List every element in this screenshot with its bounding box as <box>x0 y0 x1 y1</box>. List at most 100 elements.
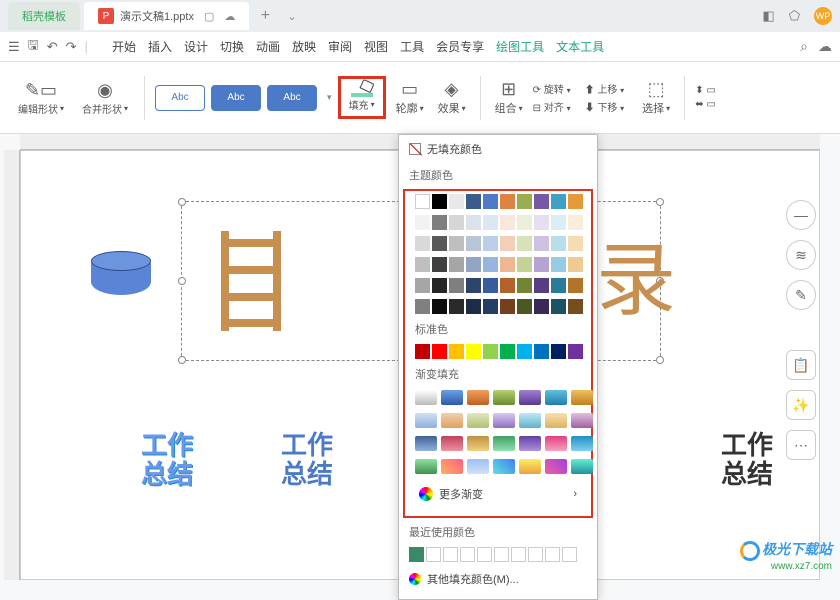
color-swatch[interactable] <box>551 278 566 293</box>
gradient-swatch[interactable] <box>441 436 463 451</box>
color-swatch[interactable] <box>432 299 447 314</box>
color-swatch[interactable] <box>432 278 447 293</box>
gradient-swatch[interactable] <box>441 390 463 405</box>
monitor-icon[interactable]: ▢ <box>204 10 214 23</box>
new-tab-button[interactable]: + <box>253 7 277 25</box>
gradient-swatch[interactable] <box>571 413 593 428</box>
color-swatch[interactable] <box>500 299 515 314</box>
menu-tools[interactable]: 工具 <box>394 38 430 55</box>
color-swatch[interactable] <box>534 278 549 293</box>
gradient-swatch[interactable] <box>415 390 437 405</box>
gradient-swatch[interactable] <box>493 390 515 405</box>
color-swatch[interactable] <box>534 194 549 209</box>
color-swatch[interactable] <box>500 278 515 293</box>
color-swatch[interactable] <box>551 194 566 209</box>
edit-shape-button[interactable]: ✎▭ 编辑形状▾ <box>12 80 70 116</box>
menu-start[interactable]: 开始 <box>106 38 142 55</box>
gradient-swatch[interactable] <box>415 459 437 474</box>
color-swatch[interactable] <box>500 215 515 230</box>
color-swatch[interactable] <box>517 236 532 251</box>
gradient-swatch[interactable] <box>545 459 567 474</box>
color-swatch[interactable] <box>545 547 560 562</box>
gradient-swatch[interactable] <box>493 436 515 451</box>
gradient-swatch[interactable] <box>545 436 567 451</box>
color-swatch[interactable] <box>551 299 566 314</box>
color-swatch[interactable] <box>562 547 577 562</box>
color-swatch[interactable] <box>432 194 447 209</box>
color-swatch[interactable] <box>415 257 430 272</box>
color-swatch[interactable] <box>466 257 481 272</box>
gradient-swatch[interactable] <box>519 459 541 474</box>
color-swatch[interactable] <box>500 194 515 209</box>
color-swatch[interactable] <box>534 344 549 359</box>
menu-animation[interactable]: 动画 <box>250 38 286 55</box>
color-swatch[interactable] <box>460 547 475 562</box>
color-swatch[interactable] <box>534 299 549 314</box>
app-menu-button[interactable]: ☰ <box>8 39 20 55</box>
select-button[interactable]: ⬚ 选择▾ <box>638 79 674 116</box>
gradient-swatch[interactable] <box>519 390 541 405</box>
color-swatch[interactable] <box>432 257 447 272</box>
color-swatch[interactable] <box>449 236 464 251</box>
color-swatch[interactable] <box>426 547 441 562</box>
rotate-button[interactable]: ⟳ 旋转 ▾ <box>533 81 571 96</box>
align-button[interactable]: ⊟ 对齐 ▾ <box>533 99 571 114</box>
color-swatch[interactable] <box>466 194 481 209</box>
color-swatch[interactable] <box>483 278 498 293</box>
gradient-swatch[interactable] <box>571 436 593 451</box>
panel-icon[interactable]: ◧ <box>762 8 774 24</box>
gradient-swatch[interactable] <box>519 413 541 428</box>
color-swatch[interactable] <box>517 194 532 209</box>
color-swatch[interactable] <box>568 257 583 272</box>
tab-document[interactable]: P 演示文稿1.pptx ▢ ☁ <box>84 2 249 30</box>
magic-icon[interactable]: ✨ <box>786 390 816 420</box>
collapse-icon[interactable]: — <box>786 200 816 230</box>
color-swatch[interactable] <box>449 194 464 209</box>
gradient-swatch[interactable] <box>467 390 489 405</box>
color-swatch[interactable] <box>466 236 481 251</box>
color-swatch[interactable] <box>517 257 532 272</box>
menu-review[interactable]: 审阅 <box>322 38 358 55</box>
gradient-swatch[interactable] <box>467 459 489 474</box>
color-swatch[interactable] <box>449 278 464 293</box>
color-swatch[interactable] <box>551 344 566 359</box>
color-swatch[interactable] <box>483 257 498 272</box>
color-swatch[interactable] <box>449 215 464 230</box>
more-icon[interactable]: ⋯ <box>786 430 816 460</box>
color-swatch[interactable] <box>568 299 583 314</box>
color-swatch[interactable] <box>483 299 498 314</box>
layers-icon[interactable]: ≋ <box>786 240 816 270</box>
gradient-swatch[interactable] <box>571 390 593 405</box>
eyedrop-icon[interactable]: ✎ <box>786 280 816 310</box>
menu-design[interactable]: 设计 <box>178 38 214 55</box>
color-swatch[interactable] <box>415 344 430 359</box>
color-swatch[interactable] <box>568 236 583 251</box>
color-swatch[interactable] <box>466 344 481 359</box>
other-fill-button[interactable]: 其他填充颜色(M)... <box>399 565 597 593</box>
shape-style-3[interactable]: Abc <box>267 85 317 111</box>
color-swatch[interactable] <box>466 215 481 230</box>
gradient-swatch[interactable] <box>545 413 567 428</box>
gradient-swatch[interactable] <box>467 436 489 451</box>
color-swatch[interactable] <box>415 236 430 251</box>
color-swatch[interactable] <box>551 215 566 230</box>
color-swatch[interactable] <box>483 194 498 209</box>
color-swatch[interactable] <box>432 344 447 359</box>
color-swatch[interactable] <box>511 547 526 562</box>
shape-style-2[interactable]: Abc <box>211 85 261 111</box>
color-swatch[interactable] <box>432 236 447 251</box>
color-swatch[interactable] <box>483 344 498 359</box>
gradient-swatch[interactable] <box>441 413 463 428</box>
text-worksum-3[interactable]: 工作总结 <box>721 431 773 488</box>
undo-icon[interactable]: ↶ <box>47 39 58 55</box>
clipboard-icon[interactable]: 📋 <box>786 350 816 380</box>
search-icon[interactable]: ⌕ <box>800 38 808 55</box>
gradient-swatch[interactable] <box>441 459 463 474</box>
color-swatch[interactable] <box>443 547 458 562</box>
cylinder-shape[interactable] <box>91 251 151 295</box>
menu-insert[interactable]: 插入 <box>142 38 178 55</box>
color-swatch[interactable] <box>517 344 532 359</box>
color-swatch[interactable] <box>517 215 532 230</box>
menu-drawing-tools[interactable]: 绘图工具 <box>490 38 550 55</box>
color-swatch[interactable] <box>432 215 447 230</box>
